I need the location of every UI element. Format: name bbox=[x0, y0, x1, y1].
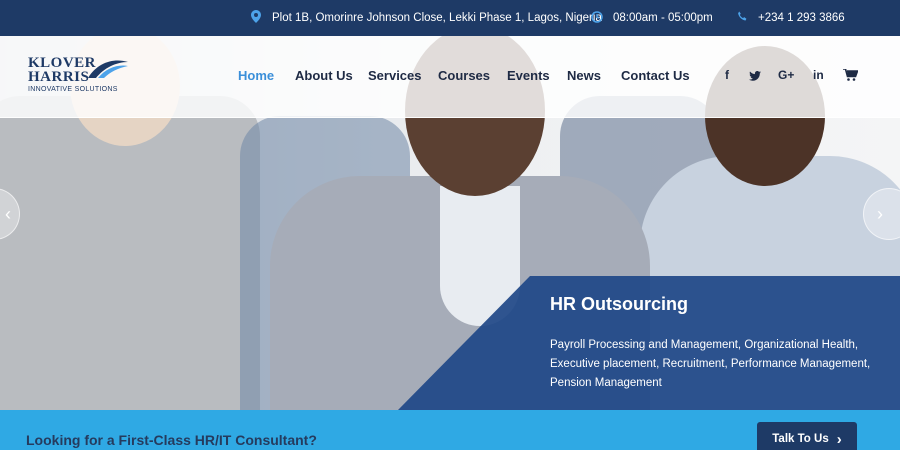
slide-description: Payroll Processing and Management, Organ… bbox=[550, 339, 871, 389]
cta-band: Looking for a First-Class HR/IT Consulta… bbox=[0, 410, 900, 450]
site-header: KLOVER HARRIS INNOVATIVE SOLUTIONS Home … bbox=[0, 36, 900, 118]
twitter-icon[interactable] bbox=[749, 70, 761, 84]
nav-about-us[interactable]: About Us bbox=[295, 68, 353, 83]
logo[interactable]: KLOVER HARRIS INNOVATIVE SOLUTIONS bbox=[28, 56, 138, 96]
cart-icon[interactable] bbox=[843, 68, 859, 84]
map-pin-icon bbox=[250, 10, 262, 26]
hours-text: 08:00am - 05:00pm bbox=[613, 12, 713, 24]
hero-slider: KLOVER HARRIS INNOVATIVE SOLUTIONS Home … bbox=[0, 36, 900, 410]
nav-news[interactable]: News bbox=[567, 68, 601, 83]
nav-home[interactable]: Home bbox=[238, 68, 274, 83]
address-info: Plot 1B, Omorinre Johnson Close, Lekki P… bbox=[250, 0, 602, 36]
chevron-right-icon: › bbox=[877, 203, 883, 224]
phone-text[interactable]: +234 1 293 3866 bbox=[758, 12, 845, 24]
talk-to-us-button[interactable]: Talk To Us › bbox=[757, 422, 857, 450]
top-info-bar: Plot 1B, Omorinre Johnson Close, Lekki P… bbox=[0, 0, 900, 36]
nav-contact-us[interactable]: Contact Us bbox=[621, 68, 690, 83]
hours-info: 08:00am - 05:00pm bbox=[591, 0, 713, 36]
nav-events[interactable]: Events bbox=[507, 68, 550, 83]
facebook-icon[interactable]: f bbox=[725, 68, 729, 82]
linkedin-icon[interactable]: in bbox=[813, 68, 824, 82]
nav-courses[interactable]: Courses bbox=[438, 68, 490, 83]
clock-icon bbox=[591, 10, 603, 26]
phone-icon bbox=[736, 11, 748, 25]
address-text: Plot 1B, Omorinre Johnson Close, Lekki P… bbox=[272, 12, 602, 24]
google-plus-icon[interactable]: G+ bbox=[778, 68, 794, 82]
logo-swoosh-icon bbox=[88, 60, 128, 78]
talk-to-us-label: Talk To Us bbox=[772, 433, 829, 445]
chevron-left-icon: ‹ bbox=[5, 203, 11, 224]
logo-tagline: INNOVATIVE SOLUTIONS bbox=[28, 86, 118, 93]
chevron-right-icon: › bbox=[836, 430, 842, 448]
cta-question: Looking for a First-Class HR/IT Consulta… bbox=[26, 432, 317, 448]
nav-services[interactable]: Services bbox=[368, 68, 422, 83]
phone-info[interactable]: +234 1 293 3866 bbox=[736, 0, 845, 36]
slide-title: HR Outsourcing bbox=[550, 294, 688, 314]
